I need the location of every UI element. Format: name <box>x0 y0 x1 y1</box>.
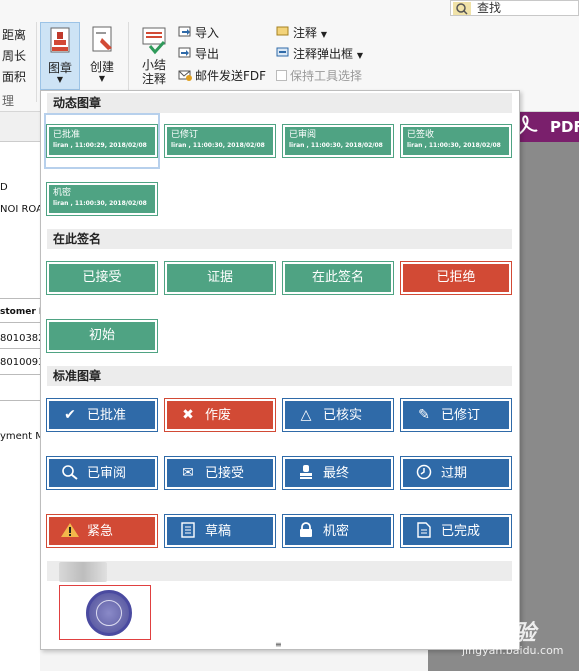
sign-stamp-rejected[interactable]: 已拒绝 <box>400 261 512 295</box>
chevron-down-icon: ▼ <box>320 30 327 39</box>
std-stamp-confidential[interactable]: 机密 <box>282 514 394 548</box>
doc-text: NOI ROA <box>0 204 43 215</box>
summary-comments-button[interactable]: 小结 注释 <box>134 22 174 90</box>
search-field[interactable]: 查找 <box>450 0 579 16</box>
std-stamp-final[interactable]: 最终 <box>282 456 394 490</box>
lock-icon <box>295 517 317 545</box>
custom-stamp-seal[interactable] <box>59 585 151 640</box>
doc-table-line <box>0 400 40 401</box>
sign-stamp-initial[interactable]: 初始 <box>46 319 158 353</box>
create-button[interactable]: 创建 ▼ <box>82 22 122 90</box>
doc-text: D <box>0 182 8 193</box>
stamp-icon <box>295 459 317 487</box>
watermark-logo: Bai 经验 <box>445 621 536 646</box>
dynamic-stamp-reviewed[interactable]: 已审阅 liran , 11:00:30, 2018/02/08 <box>282 124 394 158</box>
export-button[interactable]: 导出 <box>178 45 219 63</box>
sign-stamp-sign-here[interactable]: 在此签名 <box>282 261 394 295</box>
distance-tool[interactable]: 距离 <box>2 26 26 43</box>
std-stamp-revised[interactable]: ✎ 已修订 <box>400 398 512 432</box>
std-stamp-urgent[interactable]: 紧急 <box>46 514 158 548</box>
export-icon <box>178 46 192 58</box>
custom-section-title-blurred <box>59 562 107 582</box>
stamp-palette-popup: 动态图章 已批准 liran , 11:00:29, 2018/02/08 已修订… <box>40 90 520 650</box>
dynamic-stamp-approved[interactable]: 已批准 liran , 11:00:29, 2018/02/08 <box>46 124 158 158</box>
company-seal-image <box>86 590 132 636</box>
dynamic-stamp-confidential[interactable]: 机密 liran , 11:00:30, 2018/02/08 <box>46 182 158 216</box>
envelope-icon: ✉ <box>182 465 194 481</box>
std-stamp-expired[interactable]: 过期 <box>400 456 512 490</box>
document-icon <box>413 517 435 545</box>
stamp-button[interactable]: 图章 ▼ <box>40 22 80 90</box>
document-page: D NOI ROA stomer P 8010382 8010093 yment… <box>0 142 46 671</box>
popup-notes-icon <box>276 46 290 58</box>
doc-table-line <box>0 322 40 323</box>
create-icon <box>88 26 116 56</box>
verified-icon: △ <box>300 407 312 423</box>
std-stamp-accepted[interactable]: ✉ 已接受 <box>164 456 276 490</box>
doc-table-line <box>0 374 40 375</box>
clock-icon <box>413 459 435 487</box>
keep-tool-checkbox[interactable]: 保持工具选择 <box>276 67 362 85</box>
check-icon: ✔ <box>64 407 76 423</box>
group-label: 理 <box>2 94 15 108</box>
checkbox-icon <box>276 70 287 81</box>
dynamic-stamp-revised[interactable]: 已修订 liran , 11:00:30, 2018/02/08 <box>164 124 276 158</box>
doc-text: 8010093 <box>0 357 45 368</box>
std-stamp-draft[interactable]: 草稿 <box>164 514 276 548</box>
doc-table-line <box>0 348 40 349</box>
section-custom-stamps <box>47 561 512 581</box>
comments-dropdown[interactable]: 注释 ▼ <box>276 24 327 42</box>
watermark-url: jingyan.baidu.com <box>462 644 564 657</box>
area-tool[interactable]: 面积 <box>2 68 26 85</box>
import-icon <box>178 25 192 37</box>
magnifier-icon <box>59 459 81 487</box>
perimeter-tool[interactable]: 周长 <box>2 47 26 64</box>
summary-icon <box>140 26 168 56</box>
std-stamp-approved[interactable]: ✔ 已批准 <box>46 398 158 432</box>
doc-table-line <box>0 298 40 299</box>
sign-stamp-accepted[interactable]: 已接受 <box>46 261 158 295</box>
email-icon <box>178 68 192 81</box>
pen-icon: ✎ <box>418 407 430 423</box>
doc-text: stomer P <box>0 307 46 317</box>
warning-icon <box>59 517 81 545</box>
chevron-down-icon: ▼ <box>356 51 363 60</box>
sign-stamp-witness[interactable]: 证据 <box>164 261 276 295</box>
section-sign-here: 在此签名 <box>47 229 512 249</box>
doc-text: 8010382 <box>0 333 45 344</box>
std-stamp-verified[interactable]: △ 已核实 <box>282 398 394 432</box>
dynamic-stamp-received[interactable]: 已签收 liran , 11:00:30, 2018/02/08 <box>400 124 512 158</box>
draft-icon <box>177 517 199 545</box>
doc-text: yment M <box>0 431 44 442</box>
std-stamp-void[interactable]: ✖ 作废 <box>164 398 276 432</box>
section-dynamic-stamps: 动态图章 <box>47 93 512 113</box>
stamp-icon <box>46 27 74 57</box>
std-stamp-reviewed[interactable]: 已审阅 <box>46 456 158 490</box>
email-fdf-button[interactable]: 邮件发送FDF <box>178 67 266 85</box>
resize-grip-icon[interactable]: ≡ <box>275 640 282 649</box>
import-button[interactable]: 导入 <box>178 24 219 42</box>
section-standard-stamps: 标准图章 <box>47 366 512 386</box>
popup-notes-dropdown[interactable]: 注释弹出框 ▼ <box>276 45 363 63</box>
x-icon: ✖ <box>182 407 194 423</box>
comment-icon <box>276 25 290 37</box>
search-icon <box>453 2 471 15</box>
std-stamp-completed[interactable]: 已完成 <box>400 514 512 548</box>
